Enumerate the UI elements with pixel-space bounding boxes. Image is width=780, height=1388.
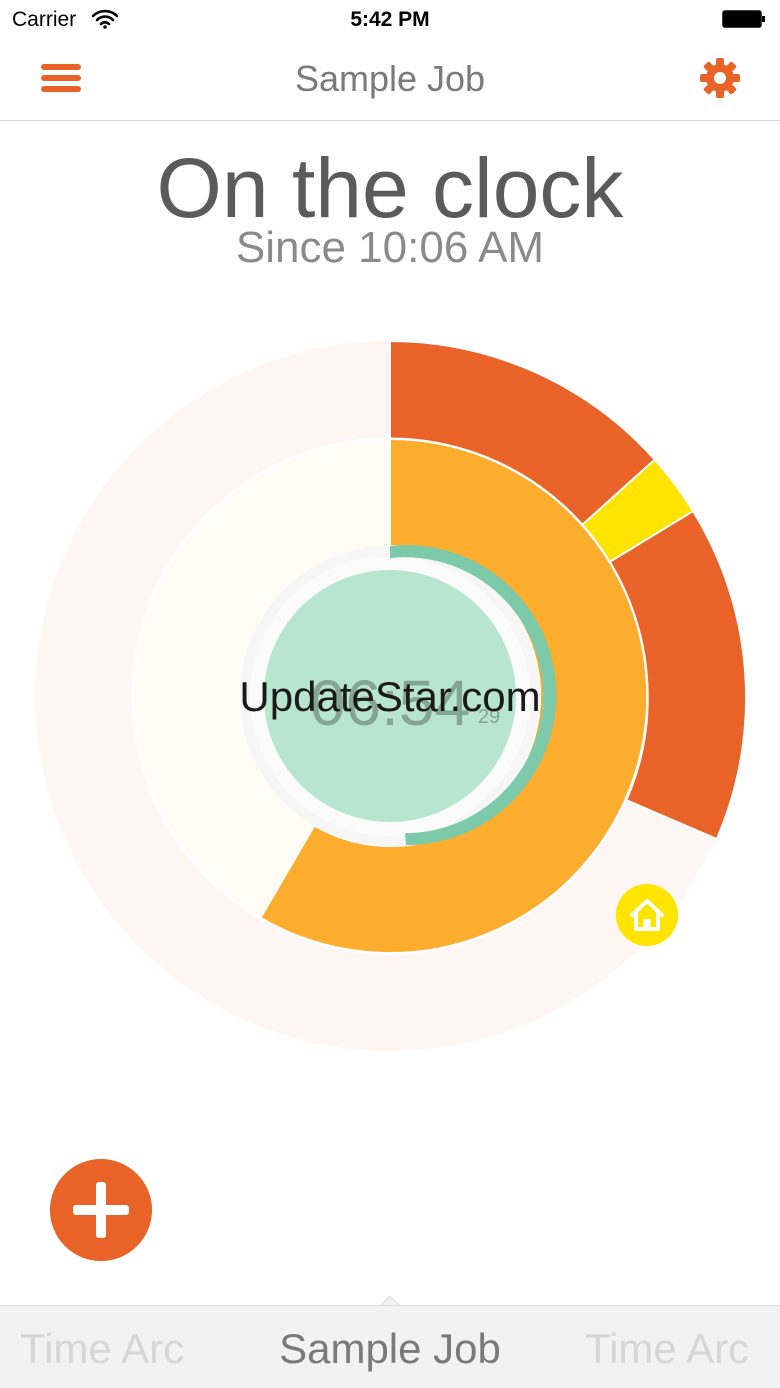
status-time: 5:42 PM [350, 8, 430, 31]
add-entry-button[interactable] [50, 1159, 152, 1261]
status-bar: Carrier 5:42 PM [0, 0, 780, 40]
battery-icon [722, 10, 765, 28]
navigation-bar: Sample Job [0, 40, 780, 121]
page-title: Sample Job [294, 58, 486, 99]
tab-time-arc-right[interactable]: Time Arc [585, 1324, 749, 1374]
job-tab-bar: Time Arc Sample Job Time Arc [0, 1305, 780, 1388]
status-since: Since 10:06 AM [235, 223, 545, 272]
gear-icon[interactable] [698, 56, 742, 100]
home-icon[interactable] [616, 884, 678, 946]
watermark: UpdateStar.com [239, 673, 541, 720]
